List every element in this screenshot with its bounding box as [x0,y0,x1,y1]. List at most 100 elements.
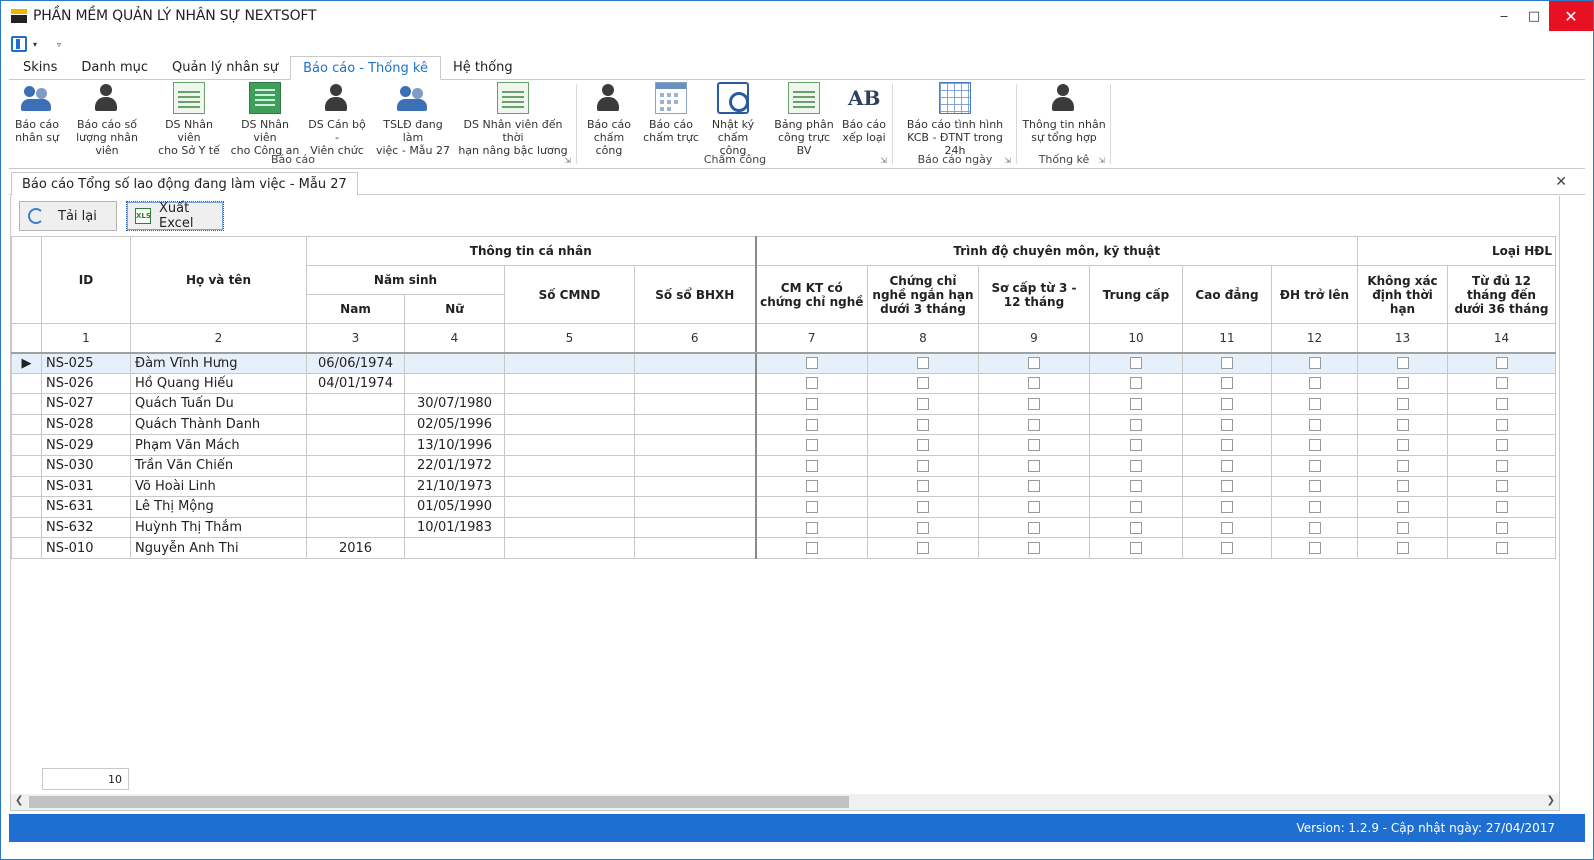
tab-he-thong[interactable]: Hệ thống [441,56,525,80]
checkbox[interactable] [1396,377,1409,390]
ds-nhan-vien-so-y-te-button[interactable]: DS Nhân viên cho Sở Y tế [153,82,225,157]
ds-can-bo-vien-chuc-button[interactable]: DS Cán bộ - Viên chức [305,82,369,157]
bao-cao-cham-cong-button[interactable]: Báo cáo chấm công [581,82,637,157]
nhat-ky-cham-cong-button[interactable]: Nhật ký chấm công [703,82,763,157]
col-header-id[interactable]: ID [41,236,131,324]
cell-bhxh[interactable] [634,516,756,539]
checkbox[interactable] [1221,377,1233,390]
minimize-icon[interactable]: ‒ [1489,1,1519,31]
checkbox[interactable] [1028,521,1040,534]
checkbox[interactable] [1396,500,1409,513]
checkbox[interactable] [1028,459,1040,472]
checkbox[interactable] [1130,480,1142,493]
checkbox[interactable] [917,357,929,370]
row-indicator[interactable]: ▶ [11,352,42,374]
maximize-icon[interactable]: □ [1519,1,1549,31]
checkbox[interactable] [1396,542,1409,555]
cell-cmnd[interactable] [504,516,635,539]
cell-name[interactable]: Lê Thị Mộng [130,496,307,518]
checkbox[interactable] [917,459,929,472]
cell-birth-male[interactable]: 2016 [306,537,405,559]
checkbox[interactable] [805,397,818,410]
cell-birth-female[interactable]: 10/01/1983 [404,516,505,539]
checkbox[interactable] [1130,418,1142,431]
dialog-launcher-icon[interactable]: ⇲ [1004,156,1011,165]
cell-birth-male[interactable] [306,475,405,498]
checkbox[interactable] [1308,480,1321,493]
row-indicator[interactable] [11,537,42,559]
checkbox[interactable] [1130,357,1142,370]
cell-birth-female[interactable]: 30/07/1980 [404,393,505,415]
checkbox[interactable] [1130,459,1142,472]
cell-bhxh[interactable] [634,393,756,415]
checkbox[interactable] [1396,459,1409,472]
checkbox[interactable] [1130,377,1142,390]
cell-name[interactable]: Quách Thành Danh [130,413,307,436]
tab-skins[interactable]: Skins [11,56,69,80]
col-header-c11[interactable]: Cao đẳng [1182,265,1272,324]
ds-nhan-vien-cong-an-button[interactable]: DS Nhân viên cho Công an [229,82,301,157]
checkbox[interactable] [1495,377,1508,390]
cell-name[interactable]: Đàm Vĩnh Hưng [130,352,307,374]
cell-birth-female[interactable] [404,537,505,559]
table-row[interactable]: NS-031 Võ Hoài Linh 21/10/1973 [11,475,1556,498]
checkbox[interactable] [1028,357,1040,370]
checkbox[interactable] [1495,500,1508,513]
cell-id[interactable]: NS-631 [41,496,131,518]
horizontal-scrollbar[interactable]: ❮ ❯ [11,794,1559,810]
checkbox[interactable] [1396,418,1409,431]
checkbox[interactable] [1308,357,1321,370]
checkbox[interactable] [917,542,929,555]
document-tab[interactable]: Báo cáo Tổng số lao động đang làm việc -… [11,172,358,196]
cell-cmnd[interactable] [504,496,635,518]
cell-bhxh[interactable] [634,352,756,374]
checkbox[interactable] [1495,459,1508,472]
table-row[interactable]: NS-632 Huỳnh Thị Thắm 10/01/1983 [11,516,1556,539]
checkbox[interactable] [805,521,818,534]
table-row[interactable]: ▶ NS-025 Đàm Vĩnh Hưng 06/06/1974 [11,352,1556,374]
cell-cmnd[interactable] [504,454,635,477]
checkbox[interactable] [1495,397,1508,410]
table-row[interactable]: NS-026 Hồ Quang Hiếu 04/01/1974 [11,372,1556,395]
checkbox[interactable] [805,418,818,431]
cell-birth-female[interactable]: 13/10/1996 [404,434,505,456]
checkbox[interactable] [1396,439,1409,452]
customize-toolbar-icon[interactable]: ▿ [57,40,61,49]
checkbox[interactable] [1396,480,1409,493]
cell-bhxh[interactable] [634,413,756,436]
scroll-left-icon[interactable]: ❮ [15,795,23,806]
checkbox[interactable] [1028,418,1040,431]
col-header-c13[interactable]: Không xác định thời hạn [1357,265,1448,324]
cell-bhxh[interactable] [634,454,756,477]
row-indicator[interactable] [11,413,42,436]
checkbox[interactable] [805,377,818,390]
col-header-c14[interactable]: Từ đủ 12 tháng đến dưới 36 tháng [1447,265,1556,324]
cell-id[interactable]: NS-026 [41,372,131,395]
scrollbar-thumb[interactable] [29,796,849,808]
tab-danh-muc[interactable]: Danh mục [69,56,160,80]
cell-bhxh[interactable] [634,537,756,559]
cell-id[interactable]: NS-030 [41,454,131,477]
table-row[interactable]: NS-631 Lê Thị Mộng 01/05/1990 [11,496,1556,518]
dialog-launcher-icon[interactable]: ⇲ [564,156,571,165]
checkbox[interactable] [1221,459,1233,472]
chevron-down-icon[interactable]: ▾ [33,40,37,49]
bao-cao-nhan-su-button[interactable]: Báo cáo nhân sự [11,82,63,144]
cell-cmnd[interactable] [504,393,635,415]
table-row[interactable]: NS-028 Quách Thành Danh 02/05/1996 [11,413,1556,436]
cell-id[interactable]: NS-029 [41,434,131,456]
col-header-c8[interactable]: Chứng chỉ nghề ngắn hạn dưới 3 tháng [867,265,979,324]
cell-id[interactable]: NS-632 [41,516,131,539]
bang-phan-cong-truc-bv-button[interactable]: Bảng phân công trực BV [769,82,839,157]
cell-name[interactable]: Hồ Quang Hiếu [130,372,307,395]
cell-birth-female[interactable]: 21/10/1973 [404,475,505,498]
cell-birth-male[interactable] [306,454,405,477]
checkbox[interactable] [917,480,929,493]
checkbox[interactable] [1028,439,1040,452]
cell-cmnd[interactable] [504,372,635,395]
cell-birth-male[interactable] [306,413,405,436]
cell-birth-female[interactable]: 02/05/1996 [404,413,505,436]
cell-name[interactable]: Quách Tuấn Du [130,393,307,415]
row-indicator[interactable] [11,516,42,539]
checkbox[interactable] [1221,418,1233,431]
